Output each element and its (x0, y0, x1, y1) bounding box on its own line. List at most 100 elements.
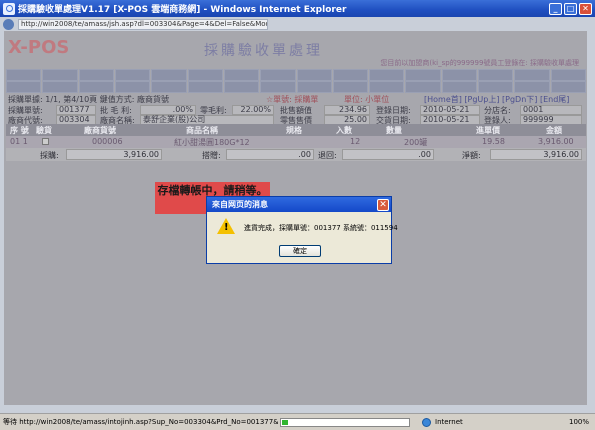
dialog-titlebar: 來自网页的消息 ✕ (207, 197, 391, 212)
menu-button[interactable] (441, 81, 478, 93)
page-title: 採購驗收單處理 (204, 43, 323, 59)
zoom-level[interactable]: 100% (569, 418, 589, 426)
menu-button[interactable] (260, 69, 296, 81)
col-seq: 序 號 (10, 126, 29, 135)
doc-status: ☆單號: 採購單 (266, 95, 319, 104)
totals-row: 採購: 3,916.00 搭贈: .00 退回: .00 淨額: 3,916.0… (6, 148, 586, 161)
menu-button[interactable] (514, 81, 550, 93)
branch-field[interactable]: 0001 (520, 105, 582, 115)
maximize-button[interactable]: □ (564, 2, 577, 15)
menu-button[interactable] (405, 81, 441, 93)
menu-button[interactable] (296, 69, 332, 81)
info-row: 採購單據: 1/1, 第4/10頁 鍵值方式: 廠商貨號 ☆單號: 採購單 單位… (6, 94, 586, 105)
window-close-button[interactable]: ✕ (579, 2, 592, 15)
page-info: 採購單據: 1/1, 第4/10頁 鍵值方式: 廠商貨號 (8, 95, 169, 104)
status-text: 等待 http://win2008/te/amass/intojinh.asp?… (3, 418, 278, 426)
warning-icon-mark: ! (224, 222, 229, 233)
dialog-close-button[interactable]: ✕ (377, 198, 389, 211)
function-menu-row-2 (6, 81, 586, 93)
window-titlebar: 採購驗收單處理V1.17 [X-POS 雲端商務網] - Windows Int… (0, 0, 595, 17)
col-product-name: 商品名稱 (186, 126, 218, 135)
menu-button[interactable] (405, 69, 441, 81)
purchase-total-value: 3,916.00 (66, 149, 162, 160)
menu-button[interactable] (151, 81, 187, 93)
function-menu-row-1 (6, 69, 586, 81)
menu-button[interactable] (151, 69, 187, 81)
xpos-logo: X-POS (8, 37, 70, 58)
security-zone[interactable]: Internet (422, 417, 463, 427)
order-no-field[interactable]: 001377 (56, 105, 96, 115)
rate-field[interactable]: 22.00% (232, 105, 274, 115)
menu-button[interactable] (78, 69, 114, 81)
menu-button[interactable] (42, 81, 78, 93)
col-amount: 金額 (546, 126, 562, 135)
zone-label: Internet (435, 418, 463, 426)
col-qty: 數量 (386, 126, 402, 135)
col-pack: 入數 (336, 126, 352, 135)
reg-date-field[interactable]: 2010-05-21 (420, 105, 480, 115)
menu-button[interactable] (514, 69, 550, 81)
page-nav-links[interactable]: [Home首] [PgUp上] [PgDn下] [End尾] (424, 94, 569, 105)
message-dialog: 來自网页的消息 ✕ ! 進貨完成，採購單號：001377 系統號：011594 … (206, 196, 398, 264)
address-url[interactable]: http://win2008/te/amass/jsh.asp?dl=00330… (18, 18, 268, 30)
dialog-message: 進貨完成，採購單號：001377 系統號：011594 (244, 224, 398, 232)
menu-button[interactable] (332, 69, 369, 81)
menu-button[interactable] (187, 69, 223, 81)
col-spec: 規格 (286, 126, 302, 135)
menu-button[interactable] (332, 81, 369, 93)
login-notice: 您目前以加盟商(ki_sp的999999號員工登錄在: 採購驗收單處理 (380, 59, 579, 67)
menu-button[interactable] (78, 81, 114, 93)
menu-button[interactable] (369, 81, 405, 93)
discount-value: .00 (226, 149, 314, 160)
menu-button[interactable] (223, 81, 260, 93)
menu-button[interactable] (550, 81, 586, 93)
return-value: .00 (342, 149, 434, 160)
wholesale-field[interactable]: 234.96 (324, 105, 370, 115)
menu-button[interactable] (6, 81, 42, 93)
menu-button[interactable] (441, 69, 478, 81)
dialog-title: 來自网页的消息 (212, 200, 268, 209)
col-vendor-code: 廠商貨號 (84, 126, 116, 135)
ie-app-icon (3, 2, 15, 15)
menu-button[interactable] (478, 69, 514, 81)
net-label: 淨額: (462, 151, 481, 160)
menu-button[interactable] (260, 81, 296, 93)
row-amount: 3,916.00 (538, 137, 574, 146)
row-pack: 12 (350, 137, 361, 146)
unit-label: 單位: 小單位 (344, 95, 390, 104)
address-bar: http://win2008/te/amass/jsh.asp?dl=00330… (0, 17, 595, 31)
menu-button[interactable] (296, 81, 332, 93)
menu-button[interactable] (478, 81, 514, 93)
menu-button[interactable] (6, 69, 42, 81)
row-price: 19.58 (482, 137, 505, 146)
menu-button[interactable] (42, 69, 78, 81)
menu-button[interactable] (369, 69, 405, 81)
col-price: 進單價 (476, 126, 500, 135)
minimize-button[interactable]: _ (549, 2, 562, 15)
page-load-progress (280, 417, 410, 427)
ie-page-icon (3, 18, 14, 30)
menu-button[interactable] (114, 81, 151, 93)
globe-icon (422, 417, 431, 427)
purchase-total-label: 採購: (40, 151, 59, 160)
row-qty: 200罐 (404, 138, 428, 147)
window-frame-right (587, 31, 595, 413)
status-bar: 等待 http://win2008/te/amass/intojinh.asp?… (0, 413, 595, 430)
window-title: 採購驗收單處理V1.17 [X-POS 雲端商務網] - Windows Int… (18, 5, 347, 15)
row-seq: 01 1 (10, 137, 28, 146)
ok-button[interactable]: 確定 (279, 245, 321, 257)
row-checkbox[interactable] (42, 138, 49, 145)
margin-field[interactable]: .00% (140, 105, 196, 115)
table-row[interactable]: 01 1 000006 紅小甜湯圓180G*12 12 200罐 19.58 3… (6, 136, 586, 148)
menu-button[interactable] (223, 69, 260, 81)
discount-label: 搭贈: (202, 151, 221, 160)
row-product-name: 紅小甜湯圓180G*12 (174, 138, 250, 147)
menu-button[interactable] (187, 81, 223, 93)
col-check: 驗貨 (36, 126, 52, 135)
window-frame-bottom (0, 405, 595, 413)
return-label: 退回: (318, 151, 337, 160)
menu-button[interactable] (114, 69, 151, 81)
row-vendor-code: 000006 (92, 137, 123, 146)
table-header: 序 號 驗貨 廠商貨號 商品名稱 規格 入數 數量 進單價 金額 (6, 124, 586, 136)
menu-button[interactable] (550, 69, 586, 81)
